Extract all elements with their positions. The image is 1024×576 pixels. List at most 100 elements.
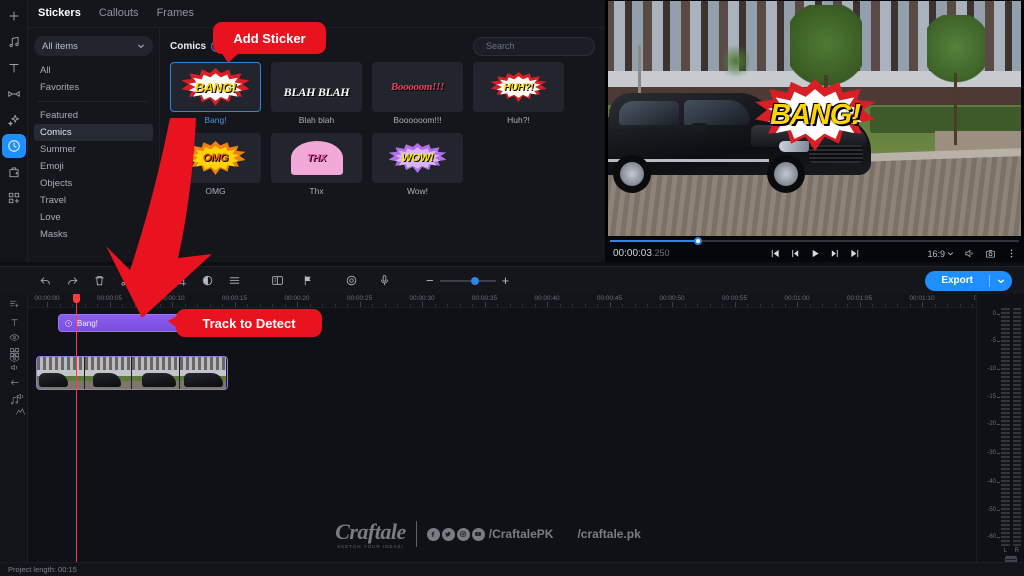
search-box[interactable] (473, 36, 603, 56)
bang-sticker-overlay[interactable]: BANG! (755, 79, 875, 151)
playhead[interactable] (73, 294, 80, 562)
flag-icon[interactable] (301, 273, 316, 288)
small-tree (723, 45, 749, 81)
ruler-minor-tick (472, 304, 473, 307)
video-canvas[interactable]: BANG! (605, 1, 1024, 236)
contrast-circle-icon[interactable] (200, 273, 215, 288)
annotation-add-sticker: Add Sticker (213, 22, 326, 63)
scrubber-handle[interactable] (694, 237, 702, 245)
sticker-thumb: Booooom!!! (372, 62, 463, 112)
step-forward-icon[interactable] (829, 248, 840, 259)
record-camera-icon[interactable] (344, 273, 359, 288)
step-back-icon[interactable] (789, 248, 800, 259)
zoom-slider[interactable] (439, 275, 496, 287)
eye-visibility-icon[interactable] (8, 331, 20, 343)
ruler-minor-tick (522, 304, 523, 307)
category-love[interactable]: Love (34, 209, 153, 226)
sticker-cell-wow[interactable]: WOW! Wow! (372, 133, 463, 196)
category-masks[interactable]: Masks (34, 226, 153, 243)
ruler-minor-tick (247, 304, 248, 307)
export-button[interactable]: Export (925, 270, 1012, 291)
category-favorites[interactable]: Favorites (34, 79, 153, 96)
sticker-cell-omg[interactable]: OMG OMG (170, 133, 261, 196)
templates-grid-icon[interactable] (2, 186, 26, 210)
category-travel[interactable]: Travel (34, 192, 153, 209)
category-all[interactable]: All (34, 62, 153, 79)
meter-scale-label: -50 (987, 506, 1000, 513)
waveform-icon[interactable] (14, 405, 26, 417)
ruler-major-tick (234, 302, 236, 307)
trash-icon[interactable] (92, 273, 107, 288)
camera-icon[interactable] (985, 248, 996, 259)
zoom-slider-handle[interactable] (470, 276, 479, 285)
crop-icon[interactable] (173, 273, 188, 288)
rotate-icon[interactable] (146, 273, 161, 288)
scissors-icon[interactable] (119, 273, 134, 288)
ruler-minor-tick (397, 304, 398, 307)
hedge (870, 107, 1024, 133)
sticker-thumb: THX (271, 133, 362, 183)
microphone-icon[interactable] (377, 273, 392, 288)
redo-arrow-icon[interactable] (65, 273, 80, 288)
sticker-cell-bang[interactable]: BANG! Bang! (170, 62, 261, 125)
skip-forward-icon[interactable] (849, 248, 860, 259)
split-screen-icon[interactable] (270, 273, 285, 288)
status-bar: Project length: 00:15 (0, 562, 1024, 576)
tab-callouts[interactable]: Callouts (99, 7, 139, 20)
category-objects[interactable]: Objects (34, 175, 153, 192)
text-t-icon[interactable] (2, 56, 26, 80)
collapse-arrow-icon[interactable] (8, 376, 20, 388)
speaker-icon[interactable] (14, 390, 26, 402)
zoom-out-button[interactable]: − (426, 274, 434, 287)
sparkle-icon[interactable] (2, 108, 26, 132)
sticker-cell-thx[interactable]: THX Thx (271, 133, 362, 196)
ruler-minor-tick (459, 304, 461, 307)
export-dropdown-button[interactable] (990, 272, 1012, 290)
ruler-minor-tick (284, 304, 286, 307)
category-comics[interactable]: Comics (34, 124, 153, 141)
chevron-down-icon (947, 252, 954, 256)
category-featured[interactable]: Featured (34, 107, 153, 124)
add-media-icon[interactable] (2, 4, 26, 28)
sticker-label: OMG (205, 186, 226, 196)
tab-stickers[interactable]: Stickers (38, 7, 81, 20)
speaker-icon[interactable] (8, 361, 20, 373)
list-lines-icon[interactable] (227, 273, 242, 288)
ruler-minor-tick (497, 304, 498, 307)
ruler-minor-tick (434, 304, 436, 307)
ruler-minor-tick (134, 304, 136, 307)
skip-back-icon[interactable] (769, 248, 780, 259)
toolbar-group-layout (270, 273, 316, 288)
zoom-in-button[interactable]: + (502, 274, 510, 287)
filter-bag-icon[interactable] (2, 160, 26, 184)
ruler-tick-label: 00:00:25 (346, 295, 373, 302)
tab-frames[interactable]: Frames (157, 7, 194, 20)
ruler-tick-label: 00:00:05 (96, 295, 123, 302)
ruler-minor-tick (897, 304, 898, 307)
sticker-art-text: BLAH BLAH (283, 85, 350, 99)
undo-arrow-icon[interactable] (38, 273, 53, 288)
kebab-menu-icon[interactable] (1006, 248, 1017, 259)
sticker-cell-booooom[interactable]: Booooom!!! Boooooom!!! (372, 62, 463, 125)
transition-icon[interactable] (2, 82, 26, 106)
sticker-icon[interactable] (1, 134, 26, 158)
playhead-handle[interactable] (73, 294, 80, 303)
sticker-cell-blah-blah[interactable]: BLAH BLAH Blah blah (271, 62, 362, 125)
aspect-ratio-selector[interactable]: 16:9 (927, 249, 954, 259)
ruler-minor-tick (509, 304, 511, 307)
add-track-icon[interactable] (8, 297, 20, 309)
ruler-minor-tick (747, 304, 748, 307)
play-icon[interactable] (809, 248, 820, 259)
ruler-tick-label: 00:00:55 (721, 295, 748, 302)
all-items-dropdown[interactable]: All items (34, 36, 153, 56)
timeline-ruler[interactable]: 00:00:00 00:00:05 00:00:10 00:00:15 00:00:20… (28, 294, 1023, 308)
sticker-cell-huh[interactable]: HUH?! Huh?! (473, 62, 564, 125)
category-emoji[interactable]: Emoji (34, 158, 153, 175)
search-input[interactable] (486, 41, 603, 51)
category-summer[interactable]: Summer (34, 141, 153, 158)
preview-scrubber[interactable] (605, 237, 1024, 245)
ruler-major-tick (172, 302, 173, 307)
speaker-icon[interactable] (964, 248, 975, 259)
music-note-icon[interactable] (2, 30, 26, 54)
video-clip[interactable] (36, 356, 228, 390)
